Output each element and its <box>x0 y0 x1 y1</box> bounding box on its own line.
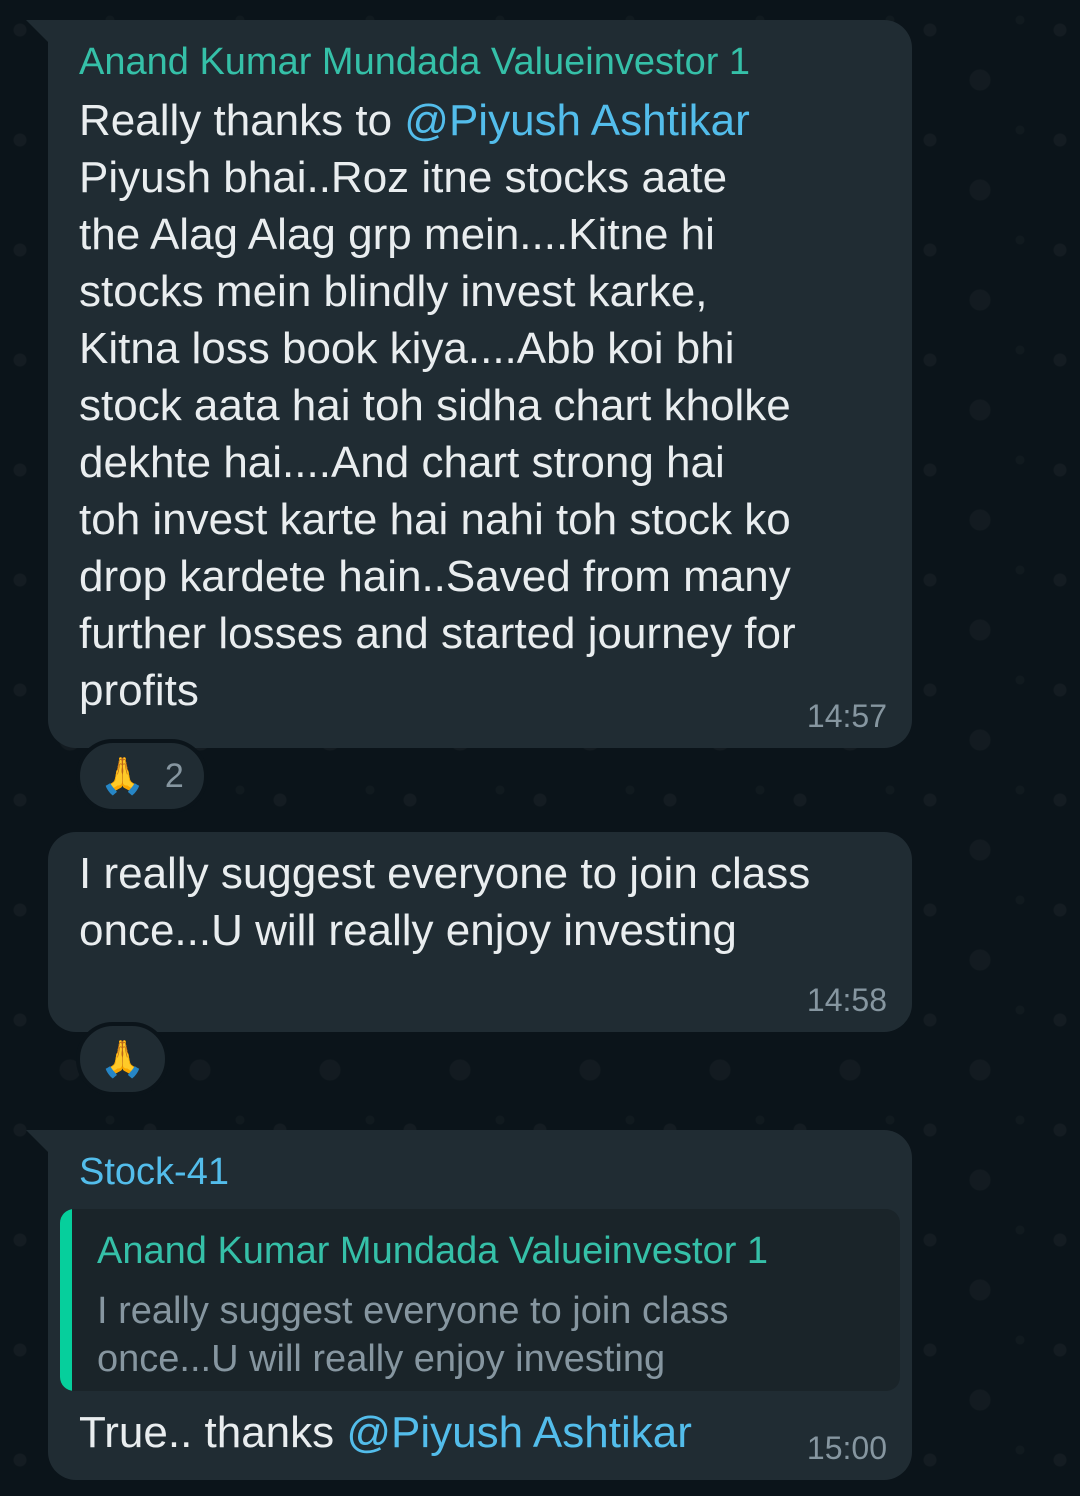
bubble-tail <box>26 1130 48 1152</box>
message-text-prefix: True.. thanks <box>79 1408 347 1457</box>
message-bubble[interactable]: Anand Kumar Mundada Valueinvestor 1 Real… <box>26 20 912 748</box>
quoted-message[interactable]: Anand Kumar Mundada Valueinvestor 1 I re… <box>60 1209 900 1391</box>
message-line: further losses and started journey for <box>79 609 796 658</box>
quoted-line: I really suggest everyone to join class <box>97 1290 729 1332</box>
quoted-text: I really suggest everyone to join class … <box>97 1287 729 1383</box>
message-line: True.. thanks @Piyush Ashtikar <box>79 1404 888 1461</box>
reaction-count: 2 <box>164 756 184 795</box>
message-text-prefix: Really thanks to <box>79 96 405 145</box>
message-line: Really thanks to @Piyush Ashtikar <box>79 92 888 149</box>
quote-accent-bar <box>60 1209 72 1391</box>
message-bubble[interactable]: Stock-41 Anand Kumar Mundada Valueinvest… <box>26 1130 912 1480</box>
message-line: profits <box>79 666 199 715</box>
sender-name[interactable]: Anand Kumar Mundada Valueinvestor 1 <box>79 40 750 84</box>
message-timestamp: 14:57 <box>806 698 887 734</box>
message-timestamp: 14:58 <box>806 982 887 1018</box>
message-text: Really thanks to @Piyush Ashtikar Piyush… <box>79 92 888 719</box>
message-line: I really suggest everyone to join class <box>79 849 811 898</box>
mention-link[interactable]: @Piyush Ashtikar <box>404 96 749 145</box>
quoted-line: once...U will really enjoy investing <box>97 1338 666 1380</box>
message-line: toh invest karte hai nahi toh stock ko <box>79 495 791 544</box>
message-bubble[interactable]: I really suggest everyone to join class … <box>48 832 912 1032</box>
reaction-badge[interactable]: 🙏 <box>76 1022 169 1096</box>
message-line: stock aata hai toh sidha chart kholke <box>79 381 791 430</box>
message-line: Kitna loss book kiya....Abb koi bhi <box>79 324 735 373</box>
message-line: dekhte hai....And chart strong hai <box>79 438 725 487</box>
mention-link[interactable]: @Piyush Ashtikar <box>346 1408 691 1457</box>
reaction-badge[interactable]: 🙏 2 <box>76 739 208 813</box>
message-line: Piyush bhai..Roz itne stocks aate <box>79 153 728 202</box>
message-line: stocks mein blindly invest karke, <box>79 267 708 316</box>
folded-hands-emoji: 🙏 <box>100 755 145 796</box>
folded-hands-emoji: 🙏 <box>100 1038 145 1079</box>
message-line: the Alag Alag grp mein....Kitne hi <box>79 210 715 259</box>
message-timestamp: 15:00 <box>806 1430 887 1466</box>
message-list[interactable]: Anand Kumar Mundada Valueinvestor 1 Real… <box>0 0 1080 1496</box>
sender-name[interactable]: Stock-41 <box>79 1150 229 1194</box>
message-text: True.. thanks @Piyush Ashtikar <box>79 1404 888 1461</box>
message-line: drop kardete hain..Saved from many <box>79 552 791 601</box>
quoted-sender-name: Anand Kumar Mundada Valueinvestor 1 <box>97 1230 769 1272</box>
message-text: I really suggest everyone to join class … <box>79 845 888 959</box>
bubble-tail <box>26 20 48 42</box>
message-line: once...U will really enjoy investing <box>79 906 737 955</box>
